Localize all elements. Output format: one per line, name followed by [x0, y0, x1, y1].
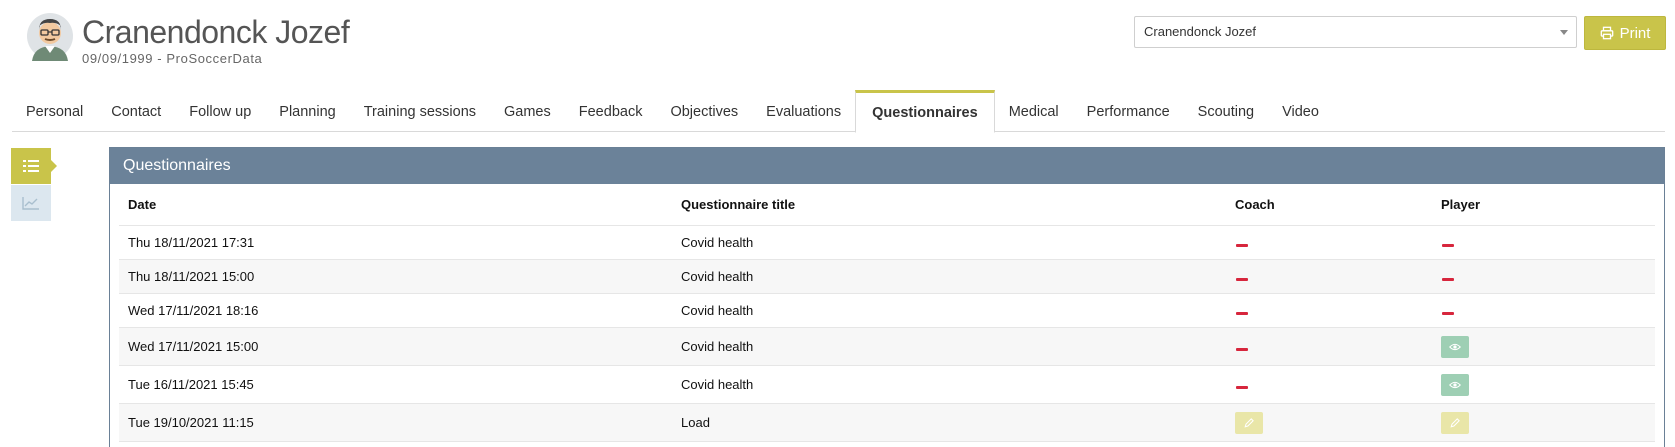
row-title: Covid health — [681, 235, 754, 250]
row-date: Wed 17/11/2021 15:00 — [128, 339, 259, 354]
tab-bar: Personal Contact Follow up Planning Trai… — [12, 90, 1665, 133]
table-row: Tue 16/11/2021 15:45 Covid health — [119, 366, 1655, 404]
player-name: Cranendonck Jozef — [82, 14, 350, 50]
dash-icon — [1442, 312, 1454, 315]
tab-evaluations[interactable]: Evaluations — [752, 90, 855, 132]
table-header-row: Date Questionnaire title Coach Player — [119, 184, 1655, 226]
table-row: Thu 18/11/2021 17:31 Covid health — [119, 226, 1655, 260]
tab-objectives[interactable]: Objectives — [656, 90, 752, 132]
row-title: Covid health — [681, 269, 754, 284]
dash-icon — [1442, 278, 1454, 281]
pencil-icon — [1450, 417, 1460, 428]
column-header-player: Player — [1441, 197, 1481, 212]
row-date: Thu 18/11/2021 15:00 — [128, 269, 255, 284]
tab-personal[interactable]: Personal — [12, 90, 97, 132]
player-select-value: Cranendonck Jozef — [1144, 24, 1257, 39]
list-view-button[interactable] — [11, 148, 57, 184]
view-player-answers-button[interactable] — [1441, 335, 1469, 358]
row-date: Tue 19/10/2021 11:15 — [128, 415, 254, 430]
column-header-title: Questionnaire title — [681, 197, 796, 212]
pencil-icon — [1244, 417, 1254, 428]
avatar — [27, 13, 73, 61]
page-header: Cranendonck Jozef 09/09/1999 - ProSoccer… — [0, 0, 1675, 86]
printer-icon — [1600, 26, 1613, 40]
dash-icon — [1236, 278, 1248, 281]
dash-icon — [1236, 312, 1248, 315]
row-title: Covid health — [681, 339, 754, 354]
chart-view-button[interactable] — [11, 185, 51, 221]
print-label: Print — [1619, 24, 1651, 42]
list-icon — [23, 160, 39, 172]
dash-icon — [1236, 244, 1248, 247]
tab-planning[interactable]: Planning — [265, 90, 349, 132]
table-row: Tue 19/10/2021 11:15 Load — [119, 404, 1655, 442]
tab-scouting[interactable]: Scouting — [1184, 90, 1268, 132]
eye-icon — [1449, 343, 1461, 350]
dash-icon — [1442, 244, 1454, 247]
tab-questionnaires[interactable]: Questionnaires — [855, 90, 995, 133]
chevron-down-icon — [1560, 30, 1568, 35]
row-title: Covid health — [681, 303, 754, 318]
tab-contact[interactable]: Contact — [97, 90, 175, 132]
tab-games[interactable]: Games — [490, 90, 565, 132]
row-title: Load — [681, 415, 710, 430]
side-nav — [11, 148, 57, 221]
tab-training-sessions[interactable]: Training sessions — [350, 90, 490, 132]
column-header-date: Date — [128, 197, 157, 212]
panel-title: Questionnaires — [110, 148, 1664, 184]
dash-icon — [1236, 348, 1248, 351]
dash-icon — [1236, 386, 1248, 389]
edit-player-answers-button[interactable] — [1441, 411, 1469, 434]
table-row: Thu 18/11/2021 15:00 Covid health — [119, 260, 1655, 294]
player-subtitle: 09/09/1999 - ProSoccerData — [82, 51, 263, 66]
questionnaires-panel: Questionnaires Date Questionnaire title … — [109, 147, 1665, 447]
row-title: Covid health — [681, 377, 754, 392]
player-select[interactable]: Cranendonck Jozef — [1134, 16, 1577, 48]
questionnaires-table: Date Questionnaire title Coach Player Th… — [110, 184, 1664, 442]
tab-medical[interactable]: Medical — [995, 90, 1073, 132]
edit-coach-answers-button[interactable] — [1235, 411, 1263, 434]
column-header-coach: Coach — [1235, 197, 1275, 212]
tab-performance[interactable]: Performance — [1073, 90, 1184, 132]
row-date: Tue 16/11/2021 15:45 — [128, 377, 254, 392]
tab-feedback[interactable]: Feedback — [565, 90, 657, 132]
table-row: Wed 17/11/2021 15:00 Covid health — [119, 328, 1655, 366]
tab-follow-up[interactable]: Follow up — [175, 90, 265, 132]
line-chart-icon — [22, 197, 39, 210]
row-date: Wed 17/11/2021 18:16 — [128, 303, 259, 318]
view-player-answers-button[interactable] — [1441, 373, 1469, 396]
tab-video[interactable]: Video — [1268, 90, 1333, 132]
row-date: Thu 18/11/2021 17:31 — [128, 235, 255, 250]
print-button[interactable]: Print — [1584, 16, 1666, 50]
table-row: Wed 17/11/2021 18:16 Covid health — [119, 294, 1655, 328]
eye-icon — [1449, 381, 1461, 388]
